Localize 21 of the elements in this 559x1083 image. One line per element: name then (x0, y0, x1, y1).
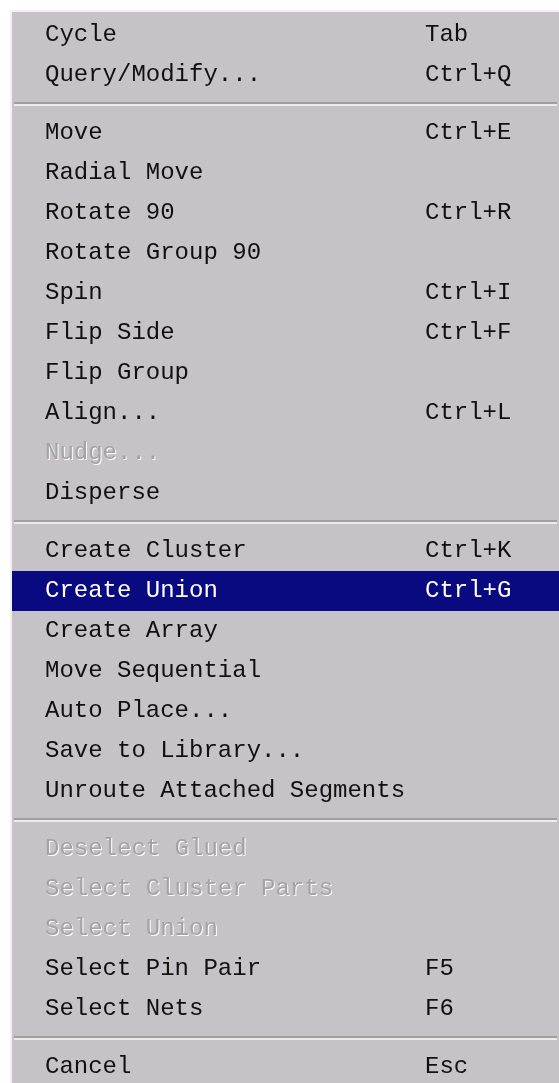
menu-item[interactable]: Move Ctrl+E (12, 113, 559, 153)
menu-item[interactable]: Flip Group (12, 353, 559, 393)
menu-item[interactable]: Cycle Tab (12, 15, 559, 55)
menu-item[interactable]: Radial Move (12, 153, 559, 193)
menu-item[interactable]: Unroute Attached Segments (12, 771, 559, 811)
menu-item[interactable]: Create Union Ctrl+G (12, 571, 559, 611)
menu-item[interactable]: Save to Library... (12, 731, 559, 771)
menu-item[interactable]: Create Cluster Ctrl+K (12, 531, 559, 571)
menu-item[interactable]: Spin Ctrl+I (12, 273, 559, 313)
menu-item[interactable]: Select Nets F6 (12, 989, 559, 1029)
menu-item[interactable]: Create Array (12, 611, 559, 651)
menu-item[interactable]: Select Pin Pair F5 (12, 949, 559, 989)
menu-item[interactable]: Rotate Group 90 (12, 233, 559, 273)
menu-item[interactable]: Align... Ctrl+L (12, 393, 559, 433)
menu-item[interactable]: Rotate 90 Ctrl+R (12, 193, 559, 233)
menu-item[interactable]: Cancel Esc (12, 1047, 559, 1083)
menu-item[interactable]: Move Sequential (12, 651, 559, 691)
menu-item[interactable]: Flip Side Ctrl+F (12, 313, 559, 353)
menu-item[interactable]: Auto Place... (12, 691, 559, 731)
menu-item[interactable]: Query/Modify... Ctrl+Q (12, 55, 559, 95)
menu-item[interactable]: Disperse (12, 473, 559, 513)
